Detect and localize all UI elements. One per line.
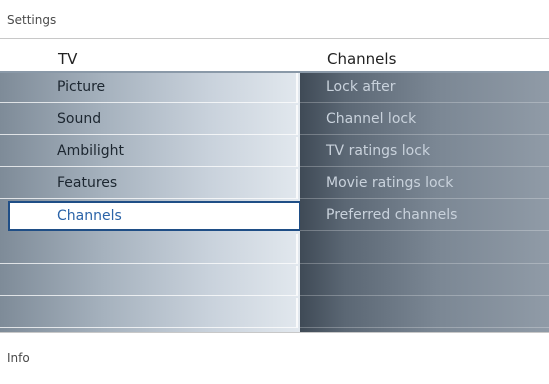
submenu-item-preferred-channels[interactable]: Preferred channels bbox=[300, 201, 549, 231]
menu-header-right: Channels bbox=[327, 50, 397, 68]
window-title: Settings bbox=[7, 13, 57, 27]
submenu-item-label: Lock after bbox=[326, 79, 396, 95]
menu-item-label: Ambilight bbox=[57, 143, 125, 159]
info-bar: Info bbox=[0, 332, 549, 384]
menu-header: TV Channels bbox=[0, 47, 549, 71]
submenu-item-lock-after[interactable]: Lock after bbox=[300, 73, 549, 103]
menu-item-features[interactable]: Features bbox=[0, 169, 298, 199]
menu-header-left: TV bbox=[58, 50, 78, 68]
menu-item-label: Channels bbox=[57, 208, 122, 224]
menu-item-picture[interactable]: Picture bbox=[0, 73, 298, 103]
submenu-item-label: Movie ratings lock bbox=[326, 175, 454, 191]
submenu-item-empty bbox=[300, 234, 549, 264]
submenu-panel: Lock after Channel lock TV ratings lock … bbox=[300, 73, 549, 332]
menu-item-label: Picture bbox=[57, 79, 106, 95]
submenu-item-empty bbox=[300, 266, 549, 296]
submenu-item-tv-ratings-lock[interactable]: TV ratings lock bbox=[300, 137, 549, 167]
title-bar: Settings bbox=[0, 0, 549, 39]
menu-item-label: Sound bbox=[57, 111, 102, 127]
menu-item-sound[interactable]: Sound bbox=[0, 105, 298, 135]
submenu-item-channel-lock[interactable]: Channel lock bbox=[300, 105, 549, 135]
menu-item-channels[interactable]: Channels bbox=[8, 201, 300, 231]
submenu-item-label: Channel lock bbox=[326, 111, 417, 127]
submenu-item-label: Preferred channels bbox=[326, 207, 458, 223]
menu-item-ambilight[interactable]: Ambilight bbox=[0, 137, 298, 167]
main-menu-panel: Picture Sound Ambilight Features Channel… bbox=[0, 73, 300, 332]
submenu-item-empty bbox=[300, 298, 549, 328]
submenu-item-movie-ratings-lock[interactable]: Movie ratings lock bbox=[300, 169, 549, 199]
submenu-item-label: TV ratings lock bbox=[326, 143, 431, 159]
info-label: Info bbox=[7, 351, 30, 365]
menu-item-label: Features bbox=[57, 175, 118, 191]
menu-item-empty[interactable] bbox=[0, 298, 298, 328]
menu-item-empty[interactable] bbox=[0, 234, 298, 264]
menu-item-empty[interactable] bbox=[0, 266, 298, 296]
